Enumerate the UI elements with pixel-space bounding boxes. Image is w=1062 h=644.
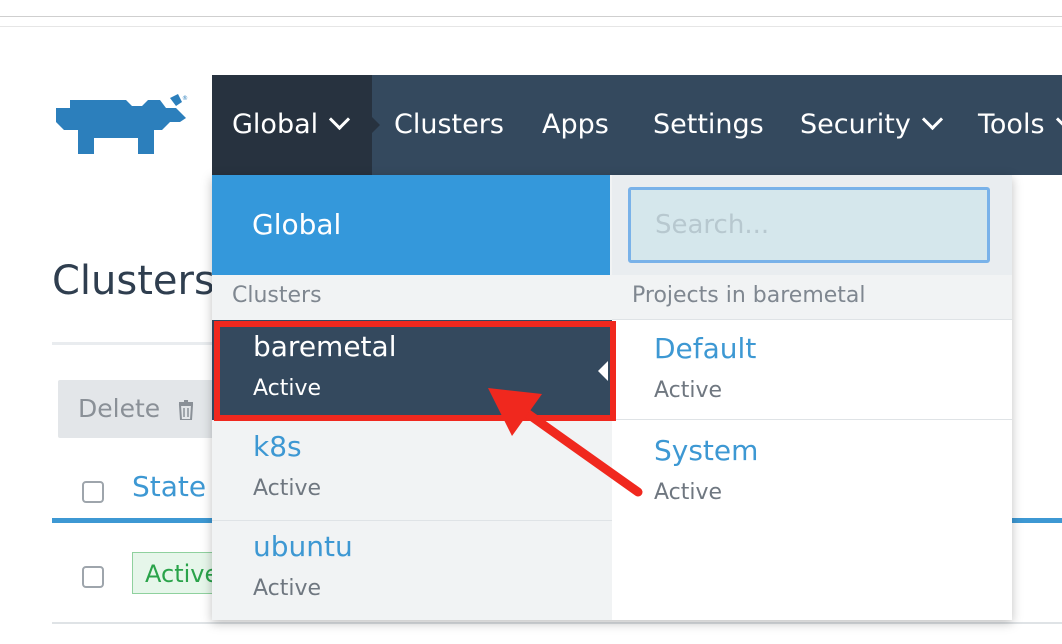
top-navigation: Global Clusters Apps Settings Security T… xyxy=(212,75,1062,175)
row-checkbox[interactable] xyxy=(82,566,104,588)
page-title: Clusters xyxy=(52,258,215,304)
project-status: Active xyxy=(654,378,723,403)
cluster-status: Active xyxy=(253,576,322,601)
chevron-down-icon xyxy=(1055,108,1062,131)
annotation-arrow-icon xyxy=(488,388,643,497)
project-name: System xyxy=(654,434,759,467)
nav-tools[interactable]: Tools xyxy=(978,75,1062,175)
table-row-divider xyxy=(52,622,1062,624)
rancher-logo[interactable]: ® xyxy=(52,92,190,158)
nav-clusters-label: Clusters xyxy=(394,109,504,140)
nav-settings[interactable]: Settings xyxy=(653,75,764,175)
search-input[interactable] xyxy=(628,187,990,263)
project-status: Active xyxy=(654,480,723,505)
delete-button-label: Delete xyxy=(78,394,161,423)
nav-active-notch xyxy=(372,117,380,133)
cluster-item-ubuntu[interactable]: ubuntu Active xyxy=(212,520,612,620)
delete-button[interactable]: Delete xyxy=(58,380,218,438)
nav-global-label: Global xyxy=(232,109,319,140)
chevron-down-icon xyxy=(921,108,943,131)
divider xyxy=(52,342,222,345)
search-container xyxy=(612,175,1012,275)
nav-security[interactable]: Security xyxy=(800,75,943,175)
divider xyxy=(612,419,1012,420)
chevron-down-icon xyxy=(329,108,351,131)
svg-text:®: ® xyxy=(182,95,188,102)
browser-url-bar xyxy=(0,0,1062,17)
nav-global[interactable]: Global xyxy=(212,75,372,175)
divider xyxy=(0,26,1062,27)
nav-security-label: Security xyxy=(800,109,911,140)
global-option[interactable]: Global xyxy=(212,175,610,275)
cluster-status: Active xyxy=(253,476,322,501)
nav-tools-label: Tools xyxy=(978,109,1045,140)
nav-apps-label: Apps xyxy=(542,109,609,140)
clusters-section-label: Clusters xyxy=(232,283,322,308)
nav-apps[interactable]: Apps xyxy=(542,75,609,175)
nav-settings-label: Settings xyxy=(653,109,764,140)
select-all-checkbox[interactable] xyxy=(82,481,104,503)
nav-clusters[interactable]: Clusters xyxy=(394,75,504,175)
state-column-header[interactable]: State xyxy=(132,470,206,503)
cluster-name: ubuntu xyxy=(253,530,353,563)
trash-icon xyxy=(179,400,194,420)
cluster-name: k8s xyxy=(253,430,302,463)
projects-column: Projects in baremetal Default Active Sys… xyxy=(612,175,1012,620)
project-name: Default xyxy=(654,332,757,365)
projects-section-label: Projects in baremetal xyxy=(632,283,866,308)
project-item-system[interactable]: System Active xyxy=(612,422,1012,522)
project-item-default[interactable]: Default Active xyxy=(612,320,1012,420)
